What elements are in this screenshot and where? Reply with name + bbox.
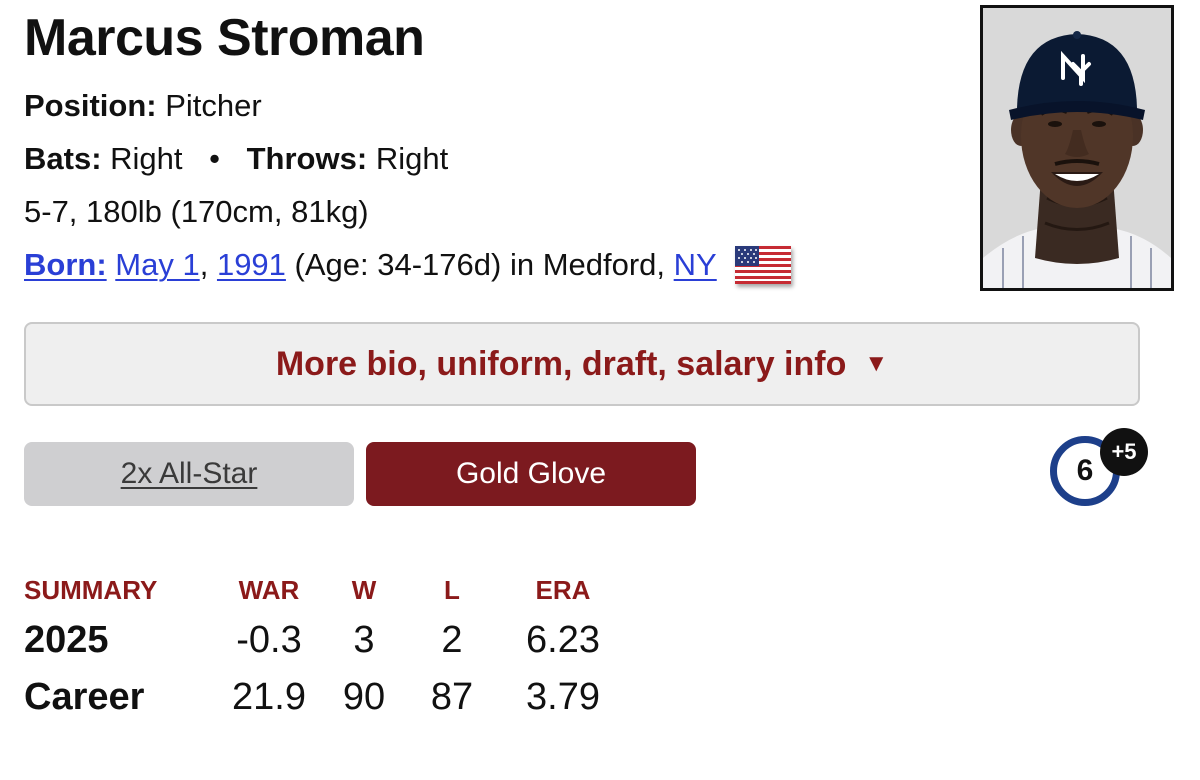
row-label: 2025	[24, 619, 109, 661]
position-line: Position: Pitcher	[24, 86, 262, 126]
award-all-star-button[interactable]: 2x All-Star	[24, 442, 354, 506]
award-gold-glove-button[interactable]: Gold Glove	[366, 442, 696, 506]
header-w: W	[351, 574, 377, 605]
born-line: Born: May 1, 1991 (Age: 34-176d) in Medf…	[24, 245, 791, 285]
extra-awards-count: +5	[1100, 428, 1148, 476]
bats-value: Right	[110, 141, 183, 176]
birth-date-link[interactable]: May 1	[115, 245, 199, 285]
more-bio-label: More bio, uniform, draft, salary info	[275, 344, 847, 383]
header-summary: SUMMARY	[24, 574, 158, 605]
wins-cell: 90	[342, 676, 386, 718]
summary-stats-table: SUMMARY WAR W L ERA 2025 -0.3 3 2 6.23 C…	[24, 568, 626, 726]
award-gold-glove-label: Gold Glove	[455, 457, 607, 490]
birth-state-link[interactable]: NY	[674, 245, 717, 285]
caret-down-icon: ▼	[864, 350, 889, 377]
more-bio-button[interactable]: More bio, uniform, draft, salary info ▼	[24, 322, 1140, 406]
date-comma: ,	[199, 247, 209, 282]
player-name: Marcus Stroman	[24, 9, 425, 67]
us-flag-icon	[734, 246, 791, 284]
table-row: Career 21.9 90 87 3.79	[24, 669, 626, 726]
birth-year-link[interactable]: 1991	[217, 245, 286, 285]
losses-cell: 2	[441, 619, 463, 661]
header-war: WAR	[238, 574, 300, 605]
height-weight-line: 5-7, 180lb (170cm, 81kg)	[24, 194, 369, 229]
row-label: Career	[24, 676, 145, 718]
table-row: 2025 -0.3 3 2 6.23	[24, 612, 626, 669]
award-all-star-label: 2x All-Star	[120, 457, 258, 490]
player-headshot	[980, 5, 1174, 291]
header-l: L	[444, 574, 460, 605]
age-birthplace-text: (Age: 34-176d) in Medford,	[294, 247, 666, 282]
summary-header-row: SUMMARY WAR W L ERA	[24, 568, 626, 612]
more-awards-badge[interactable]: 6 +5	[1048, 428, 1156, 518]
bats-throws-line: Bats: Right • Throws: Right	[24, 139, 448, 179]
wins-cell: 3	[353, 619, 375, 661]
position-label: Position:	[24, 88, 157, 123]
war-cell: 21.9	[232, 676, 306, 718]
position-value: Pitcher	[165, 88, 262, 123]
era-cell: 6.23	[526, 619, 600, 661]
header-era: ERA	[535, 574, 591, 605]
losses-cell: 87	[430, 676, 474, 718]
born-link[interactable]: Born:	[24, 245, 107, 285]
separator-dot: •	[209, 141, 220, 176]
bats-label: Bats:	[24, 141, 102, 176]
war-cell: -0.3	[236, 619, 302, 661]
era-cell: 3.79	[526, 676, 600, 718]
throws-label: Throws:	[246, 141, 368, 176]
throws-value: Right	[375, 141, 449, 176]
